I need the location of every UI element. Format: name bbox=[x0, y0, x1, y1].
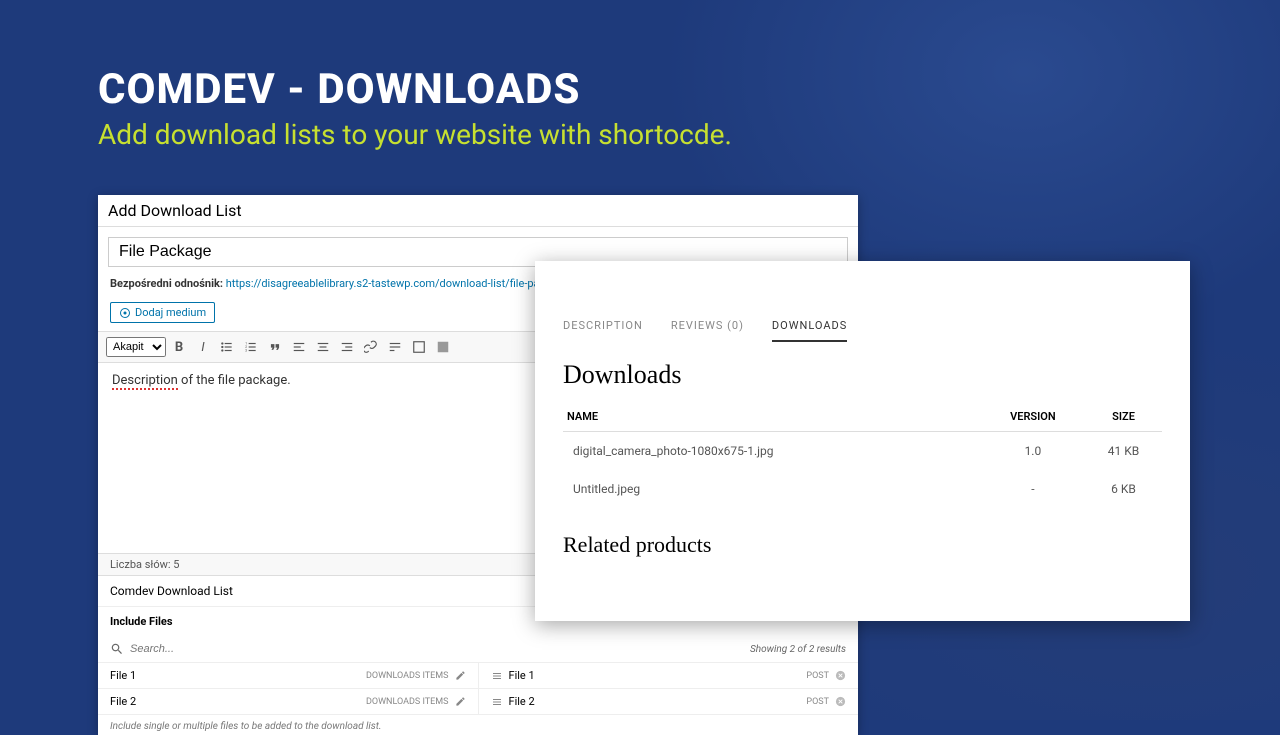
align-center-button[interactable] bbox=[312, 336, 334, 358]
remove-icon[interactable] bbox=[835, 696, 846, 707]
edit-icon[interactable] bbox=[455, 670, 466, 681]
file-cat: DOWNLOADS ITEMS bbox=[366, 697, 449, 707]
tab-downloads[interactable]: DOWNLOADS bbox=[772, 319, 847, 342]
bold-button[interactable]: B bbox=[168, 336, 190, 358]
page-title: Add Download List bbox=[98, 195, 858, 227]
link-button[interactable] bbox=[360, 336, 382, 358]
col-version: VERSION bbox=[981, 402, 1085, 432]
file-size: 41 KB bbox=[1085, 432, 1162, 471]
file-cat: DOWNLOADS ITEMS bbox=[366, 671, 449, 681]
editor-text-rest: of the file package. bbox=[178, 373, 291, 388]
tab-description[interactable]: DESCRIPTION bbox=[563, 319, 643, 342]
available-file-row[interactable]: File 1 DOWNLOADS ITEMS bbox=[98, 663, 478, 689]
media-icon bbox=[119, 307, 131, 319]
col-size: SIZE bbox=[1085, 402, 1162, 432]
toolbar-toggle-button[interactable] bbox=[432, 336, 454, 358]
file-name: Untitled.jpeg bbox=[563, 470, 981, 508]
promo-title: COMDEV - DOWNLOADS bbox=[98, 65, 580, 114]
permalink-label: Bezpośredni odnośnik: bbox=[110, 277, 223, 290]
numbered-list-button[interactable]: 123 bbox=[240, 336, 262, 358]
drag-handle-icon[interactable] bbox=[491, 670, 503, 682]
remove-icon[interactable] bbox=[835, 670, 846, 681]
format-select[interactable]: Akapit bbox=[106, 337, 166, 357]
fullscreen-button[interactable] bbox=[408, 336, 430, 358]
bullet-list-button[interactable] bbox=[216, 336, 238, 358]
file-version: - bbox=[981, 470, 1085, 508]
selected-file-row[interactable]: File 1 POST bbox=[479, 663, 859, 689]
file-name: digital_camera_photo-1080x675-1.jpg bbox=[563, 432, 981, 471]
svg-text:3: 3 bbox=[245, 349, 247, 353]
file-type: POST bbox=[806, 697, 829, 707]
add-media-label: Dodaj medium bbox=[135, 306, 206, 319]
frontend-panel: DESCRIPTION REVIEWS (0) DOWNLOADS Download… bbox=[535, 261, 1190, 621]
align-right-button[interactable] bbox=[336, 336, 358, 358]
file-name: File 1 bbox=[110, 669, 136, 682]
search-results-count: Showing 2 of 2 results bbox=[750, 644, 846, 655]
downloads-table: NAME VERSION SIZE digital_camera_photo-1… bbox=[563, 402, 1162, 508]
italic-button[interactable]: I bbox=[192, 336, 214, 358]
search-icon bbox=[110, 642, 124, 656]
quote-button[interactable] bbox=[264, 336, 286, 358]
file-size: 6 KB bbox=[1085, 470, 1162, 508]
file-version: 1.0 bbox=[981, 432, 1085, 471]
available-file-row[interactable]: File 2 DOWNLOADS ITEMS bbox=[98, 689, 478, 715]
file-type: POST bbox=[806, 671, 829, 681]
selected-file-row[interactable]: File 2 POST bbox=[479, 689, 859, 715]
tab-reviews[interactable]: REVIEWS (0) bbox=[671, 319, 744, 342]
drag-handle-icon[interactable] bbox=[491, 696, 503, 708]
edit-icon[interactable] bbox=[455, 696, 466, 707]
include-files-help: Include single or multiple files to be a… bbox=[98, 715, 858, 735]
download-row[interactable]: digital_camera_photo-1080x675-1.jpg1.041… bbox=[563, 432, 1162, 471]
file-name: File 1 bbox=[509, 669, 535, 682]
col-name: NAME bbox=[563, 402, 981, 432]
align-left-button[interactable] bbox=[288, 336, 310, 358]
download-row[interactable]: Untitled.jpeg-6 KB bbox=[563, 470, 1162, 508]
file-search-input[interactable] bbox=[130, 643, 750, 655]
file-name: File 2 bbox=[110, 695, 136, 708]
downloads-heading: Downloads bbox=[563, 360, 1162, 390]
product-tabs: DESCRIPTION REVIEWS (0) DOWNLOADS bbox=[563, 319, 1162, 342]
editor-text-underlined: Description bbox=[112, 373, 178, 390]
file-search-row: Showing 2 of 2 results bbox=[98, 636, 858, 663]
file-name: File 2 bbox=[509, 695, 535, 708]
related-products-heading: Related products bbox=[563, 532, 1162, 558]
add-media-button[interactable]: Dodaj medium bbox=[110, 302, 215, 323]
more-button[interactable] bbox=[384, 336, 406, 358]
permalink-url[interactable]: https://disagreeablelibrary.s2-tastewp.c… bbox=[226, 277, 574, 290]
promo-subtitle: Add download lists to your website with … bbox=[98, 118, 732, 151]
